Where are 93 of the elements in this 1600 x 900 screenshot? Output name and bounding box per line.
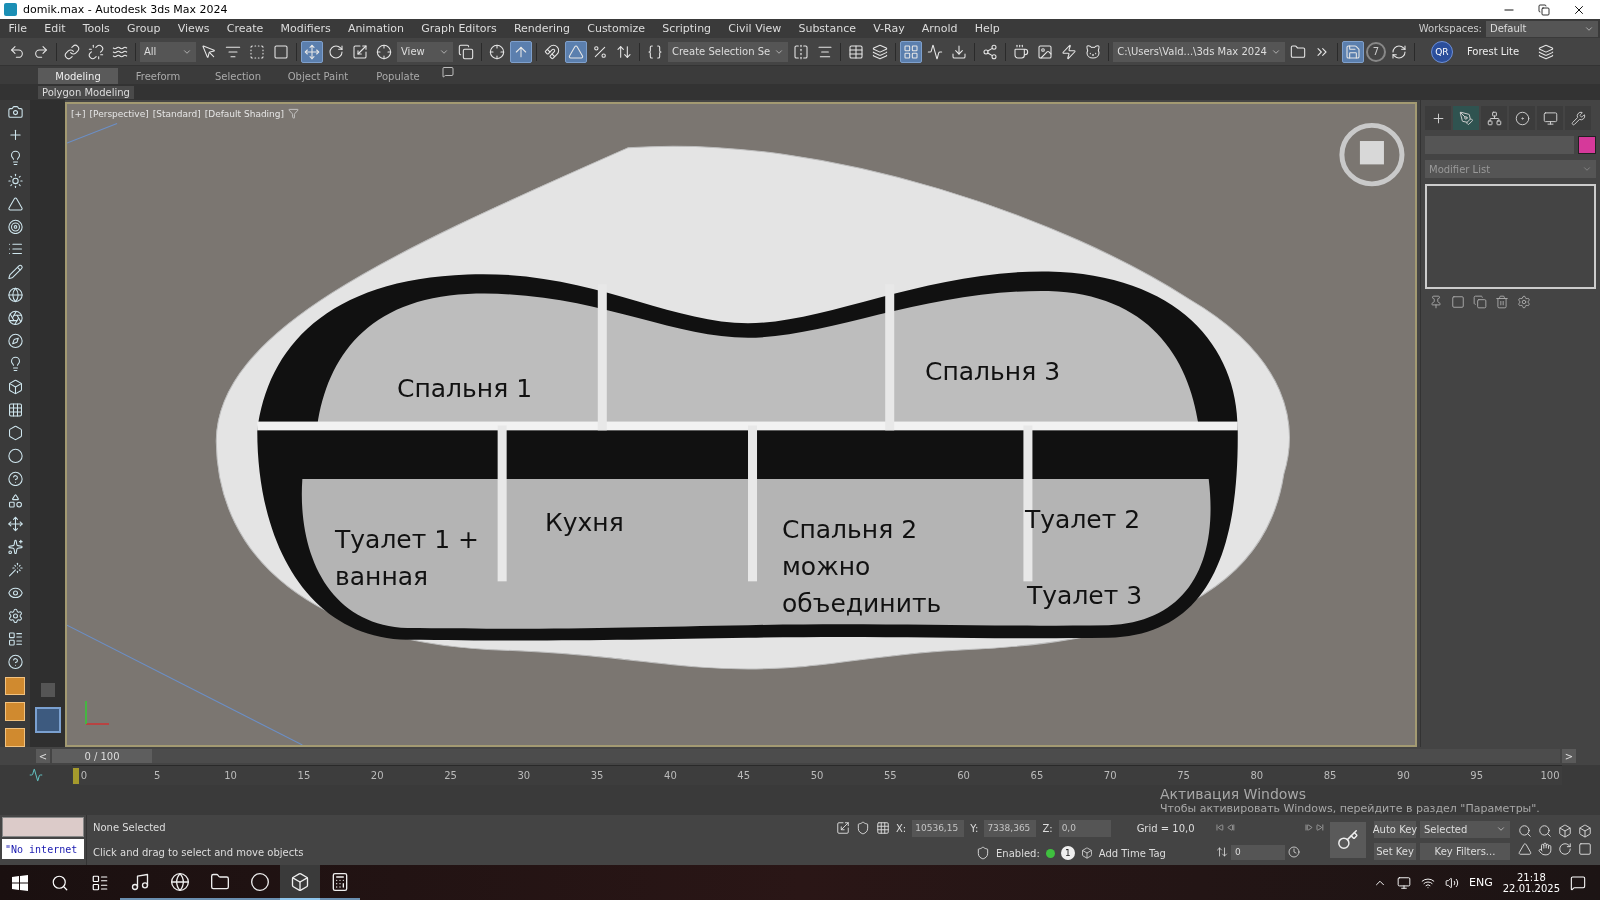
menu-item[interactable]: Arnold xyxy=(913,22,967,35)
activation-title: Активация Windows xyxy=(1160,786,1308,802)
set-key-button[interactable]: Set Key xyxy=(1374,842,1416,860)
frame-number: 40 xyxy=(664,770,677,782)
language-indicator[interactable]: ENG xyxy=(1469,876,1493,889)
frame-number: 5 xyxy=(154,770,161,782)
current-frame-field[interactable]: 0 xyxy=(1231,844,1285,860)
window-title: domik.max - Autodesk 3ds Max 2024 xyxy=(23,3,228,16)
menu-item[interactable]: File xyxy=(0,22,36,35)
viewport-label[interactable]: [+] xyxy=(71,108,86,119)
auto-key-button[interactable]: Auto Key xyxy=(1374,820,1416,838)
ribbon-panel-label[interactable]: Polygon Modeling xyxy=(38,85,134,99)
room-label: Туалет 1 + ванная xyxy=(335,524,480,593)
selection-status: None Selected xyxy=(93,822,167,833)
enabled-count[interactable]: 1 xyxy=(1060,846,1075,861)
frame-number: 50 xyxy=(810,770,824,782)
script-listener-field[interactable]: "No internet xyxy=(2,839,84,859)
frame-number: 60 xyxy=(957,770,970,782)
menu-item[interactable]: Scripting xyxy=(653,22,720,35)
menu-item[interactable]: Tools xyxy=(74,22,119,35)
ribbon-tab[interactable]: Populate xyxy=(358,68,438,84)
frame-number: 10 xyxy=(224,770,237,782)
qr-badge[interactable]: QR xyxy=(1430,40,1453,63)
reference-coordinate-dropdown[interactable]: View xyxy=(397,41,453,62)
clock[interactable]: 21:18 22.01.2025 xyxy=(1502,871,1560,894)
coordinate-label: Y: xyxy=(970,822,979,834)
frame-number: 95 xyxy=(1470,770,1484,782)
menu-item[interactable]: Customize xyxy=(578,22,654,35)
menu-item[interactable]: Create xyxy=(218,22,272,35)
frame-number: 0 xyxy=(80,770,88,782)
enabled-label: Enabled: xyxy=(996,847,1040,859)
room-label: Спальня 1 xyxy=(397,373,533,405)
viewport-label[interactable]: [Default Shading] xyxy=(204,108,285,119)
menu-item[interactable]: Substance xyxy=(789,22,865,35)
workspaces-label: Workspaces: xyxy=(1418,23,1482,34)
plugin-label[interactable]: Forest Lite xyxy=(1466,46,1520,57)
menu-item[interactable]: Animation xyxy=(339,22,413,35)
ribbon-tab[interactable]: Freeform xyxy=(118,68,198,84)
named-selection-dropdown[interactable]: Create Selection Se xyxy=(668,41,789,62)
project-path-dropdown[interactable]: C:\Users\Vald...\3ds Max 2024 xyxy=(1113,41,1285,62)
menu-item[interactable]: Help xyxy=(966,22,1009,35)
selection-filter-dropdown[interactable]: All xyxy=(140,41,196,62)
frame-number: 90 xyxy=(1397,770,1410,782)
frame-number: 70 xyxy=(1103,770,1117,782)
room-label: Спальня 2 можно объединить xyxy=(782,514,942,620)
backup-counter[interactable]: 7 xyxy=(1365,41,1386,62)
coordinate-field[interactable]: 7338,365 xyxy=(984,819,1037,837)
room-label: Кухня xyxy=(545,507,624,539)
coordinate-label: X: xyxy=(896,822,907,834)
key-filters-button[interactable]: Key Filters... xyxy=(1420,842,1510,860)
ribbon-tab[interactable]: Object Paint xyxy=(278,68,358,84)
prompt-text: Click and drag to select and move objects xyxy=(93,847,305,858)
menu-item[interactable]: Views xyxy=(169,22,219,35)
frame-number: 65 xyxy=(1030,770,1044,782)
time-slider-thumb[interactable]: 0 / 100 xyxy=(52,749,152,763)
room-label: Туалет 3 xyxy=(1027,580,1143,612)
track-bar[interactable]: 0 5 10 15 20 25 30 35 40 45 50 55 60 65 70 75 80 85 90 95 100 xyxy=(72,765,1562,785)
frame-number: 15 xyxy=(297,770,311,782)
menu-item[interactable]: Civil View xyxy=(719,22,790,35)
grid-size: Grid = 10,0 xyxy=(1136,822,1195,834)
frame-number: 55 xyxy=(883,770,897,782)
viewport[interactable]: [+] [Perspective] [Standard] [Default Shading] Спальня 1 Спальня 3 Туалет 1 + ванная Кухня Спальня 2 можно объединить Туалет 2 Туалет 3 xyxy=(65,102,1417,747)
frame-number: 80 xyxy=(1250,770,1264,782)
coordinate-label: Z: xyxy=(1042,822,1053,834)
frame-number: 85 xyxy=(1323,770,1337,782)
viewport-label[interactable]: [Standard] xyxy=(152,108,201,119)
frame-number: 30 xyxy=(517,770,531,782)
room-label: Спальня 3 xyxy=(925,356,1061,388)
key-mode-dropdown[interactable]: Selected xyxy=(1420,820,1510,838)
menu-item[interactable]: Edit xyxy=(35,22,75,35)
frame-number: 35 xyxy=(590,770,604,782)
ribbon-tab[interactable]: Selection xyxy=(198,68,278,84)
previous-frame-button[interactable]: < xyxy=(36,749,50,763)
next-frame-button[interactable]: > xyxy=(1562,749,1576,763)
room-label: Туалет 2 xyxy=(1025,504,1141,536)
ribbon-tab[interactable]: Modeling xyxy=(38,68,118,84)
menu-item[interactable]: Graph Editors xyxy=(412,22,506,35)
frame-number: 25 xyxy=(444,770,457,782)
time-slider-track[interactable]: 0 / 100 xyxy=(52,749,1560,763)
coordinate-field[interactable]: 10536,15 xyxy=(912,819,965,837)
coordinate-field[interactable]: 0,0 xyxy=(1058,819,1111,837)
add-time-tag-link[interactable]: Add Time Tag xyxy=(1098,847,1166,859)
activation-notice: Чтобы активировать Windows, перейдите в раздел "Параметры". xyxy=(1160,802,1540,815)
frame-number: 20 xyxy=(370,770,384,782)
menu-item[interactable]: Rendering xyxy=(505,22,579,35)
frame-number: 100 xyxy=(1540,770,1560,782)
viewport-label[interactable]: [Perspective] xyxy=(89,108,149,119)
workspaces-dropdown[interactable]: Default xyxy=(1486,20,1598,37)
menu-item[interactable]: Modifiers xyxy=(271,22,340,35)
menu-item[interactable]: V-Ray xyxy=(864,22,914,35)
frame-number: 75 xyxy=(1177,770,1190,782)
menu-item[interactable]: Group xyxy=(118,22,170,35)
frame-number: 45 xyxy=(737,770,751,782)
